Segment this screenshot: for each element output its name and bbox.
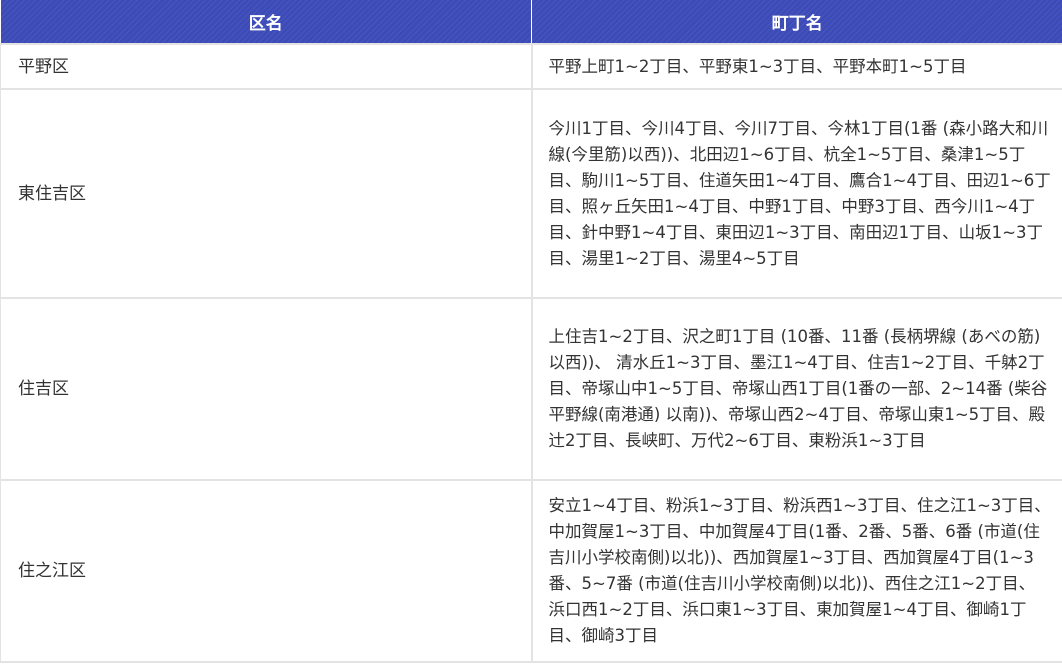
ward-name: 平野区 — [0, 43, 533, 90]
header-ward: 区名 — [0, 0, 532, 45]
header-towns: 町丁名 — [531, 0, 1062, 45]
town-list: 安立1~4丁目、粉浜1~3丁目、粉浜西1~3丁目、住之江1~3丁目、中加賀屋1~… — [530, 479, 1062, 663]
ward-name: 住之江区 — [0, 479, 533, 663]
table-body: 平野区 平野上町1~2丁目、平野東1~3丁目、平野本町1~5丁目 東住吉区 今川… — [0, 43, 1062, 663]
town-list: 今川1丁目、今川4丁目、今川7丁目、今林1丁目(1番 (森小路大和川線(今里筋)… — [530, 88, 1062, 299]
ward-name: 東住吉区 — [0, 88, 533, 299]
town-list: 上住吉1~2丁目、沢之町1丁目 (10番、11番 (長柄堺線 (あべの筋) 以西… — [530, 297, 1062, 481]
ward-town-table: 区名 町丁名 平野区 平野上町1~2丁目、平野東1~3丁目、平野本町1~5丁目 … — [0, 0, 1062, 663]
table-row: 平野区 平野上町1~2丁目、平野東1~3丁目、平野本町1~5丁目 — [0, 43, 1062, 90]
table-row: 東住吉区 今川1丁目、今川4丁目、今川7丁目、今林1丁目(1番 (森小路大和川線… — [0, 88, 1062, 299]
town-list: 平野上町1~2丁目、平野東1~3丁目、平野本町1~5丁目 — [530, 43, 1062, 90]
header-row: 区名 町丁名 — [0, 0, 1062, 45]
table-row: 住吉区 上住吉1~2丁目、沢之町1丁目 (10番、11番 (長柄堺線 (あべの筋… — [0, 297, 1062, 481]
table-row: 住之江区 安立1~4丁目、粉浜1~3丁目、粉浜西1~3丁目、住之江1~3丁目、中… — [0, 479, 1062, 663]
table-header: 区名 町丁名 — [0, 0, 1062, 45]
ward-name: 住吉区 — [0, 297, 533, 481]
